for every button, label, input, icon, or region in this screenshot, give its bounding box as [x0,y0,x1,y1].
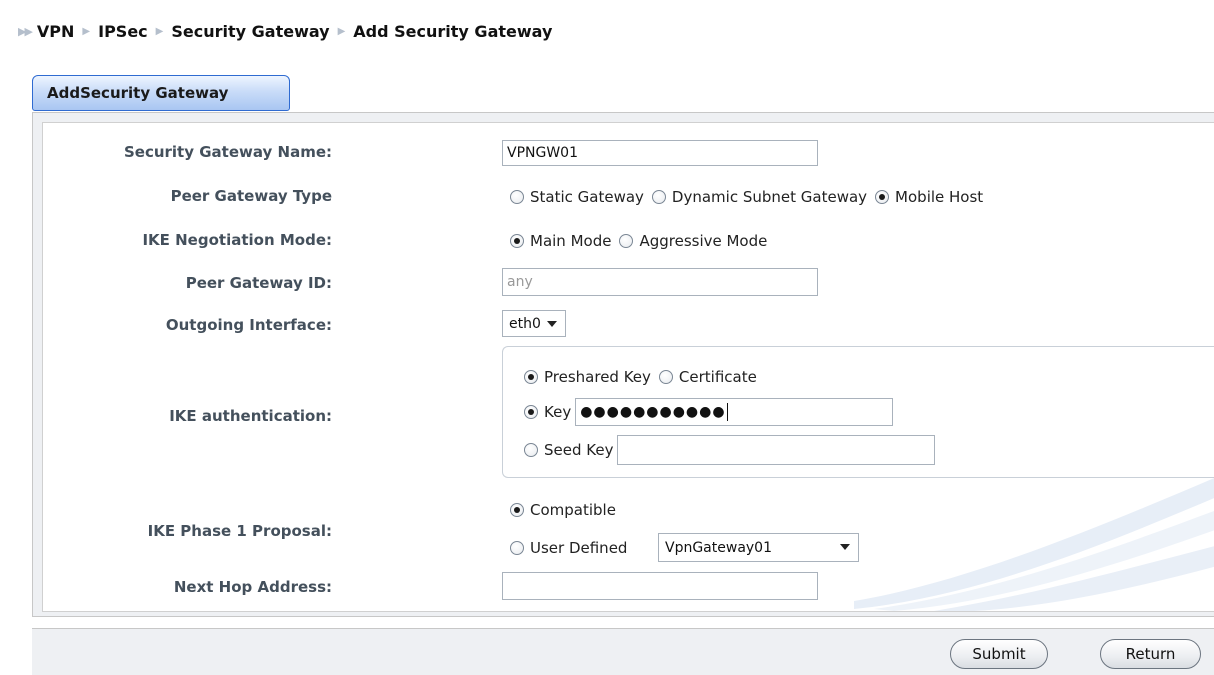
outgoing-interface-value: eth0 [509,315,541,332]
breadcrumb-separator-icon: ▶ [82,25,91,37]
radio-preshared-key[interactable] [524,370,538,384]
ike-phase1-proposal-label: IKE Phase 1 Proposal: [147,522,332,540]
next-hop-address-input[interactable] [502,572,818,600]
key-password-input[interactable]: ●●●●●●●●●●● [575,398,894,426]
peer-gateway-id-input [502,268,818,296]
tab-add-security-gateway[interactable]: AddSecurity Gateway [32,75,290,111]
text-caret [726,403,728,421]
seed-key-row: Seed Key [524,435,936,465]
gateway-name-input[interactable] [502,140,818,166]
submit-button-label: Submit [972,645,1026,663]
return-button[interactable]: Return [1100,639,1201,669]
radio-user-defined[interactable] [510,541,524,555]
chevron-down-icon [547,321,557,327]
radio-certificate[interactable] [658,370,673,384]
radio-label-dynamic-subnet-gateway: Dynamic Subnet Gateway [671,188,868,206]
peer-gateway-id-label: Peer Gateway ID: [185,274,332,292]
breadcrumb-separator-icon: ▶ [155,25,164,37]
breadcrumb-arrow-icon: ▶▶ [18,24,33,38]
radio-seed-key[interactable] [524,443,538,457]
radio-main-mode[interactable] [510,234,524,248]
ike-authentication-label: IKE authentication: [169,407,332,425]
seed-key-input[interactable] [617,435,936,465]
breadcrumb-separator-icon: ▶ [337,25,346,37]
radio-key[interactable] [524,405,538,419]
radio-label-user-defined: User Defined [530,539,628,557]
breadcrumb-item-vpn[interactable]: VPN [37,22,75,41]
ike-negotiation-mode-label: IKE Negotiation Mode: [142,231,332,249]
outgoing-interface-select[interactable]: eth0 [502,310,566,337]
peer-gateway-type-label: Peer Gateway Type [170,187,332,205]
radio-label-mobile-host: Mobile Host [895,188,984,206]
tab-label: AddSecurity Gateway [47,84,229,102]
next-hop-address-label: Next Hop Address: [173,578,332,596]
gateway-name-label: Security Gateway Name: [123,143,332,161]
return-button-label: Return [1125,645,1176,663]
radio-label-main-mode: Main Mode [530,232,612,250]
breadcrumb: ▶▶ VPN ▶ IPSec ▶ Security Gateway ▶ Add … [18,19,552,43]
radio-dynamic-subnet-gateway[interactable] [651,190,666,204]
submit-button[interactable]: Submit [950,639,1048,669]
breadcrumb-item-ipsec[interactable]: IPSec [98,22,148,41]
breadcrumb-item-security-gateway[interactable]: Security Gateway [171,22,329,41]
radio-label-aggressive-mode: Aggressive Mode [639,232,768,250]
breadcrumb-item-current: Add Security Gateway [353,21,553,41]
ike-negotiation-mode-group: Main Mode Aggressive Mode [510,229,775,253]
radio-aggressive-mode[interactable] [619,234,634,248]
outgoing-interface-label: Outgoing Interface: [165,316,332,334]
ike-auth-method-group: Preshared Key Certificate [524,365,765,389]
phase1-proposal-value: VpnGateway01 [665,539,772,556]
chevron-down-icon [840,544,850,550]
radio-label-preshared-key: Preshared Key [544,368,651,386]
peer-gateway-type-group: Static Gateway Dynamic Subnet Gateway Mo… [510,185,991,209]
radio-label-compatible: Compatible [530,501,616,519]
radio-compatible[interactable] [510,503,524,517]
phase1-compatible-row: Compatible [510,498,624,522]
radio-label-static-gateway: Static Gateway [530,188,644,206]
radio-static-gateway[interactable] [510,190,524,204]
key-row: Key ●●●●●●●●●●● [524,398,894,426]
radio-label-seed-key: Seed Key [544,441,614,459]
phase1-proposal-select[interactable]: VpnGateway01 [658,533,859,562]
key-password-value: ●●●●●●●●●●● [580,404,726,420]
radio-label-key: Key [544,403,572,421]
radio-label-certificate: Certificate [678,368,757,386]
phase1-user-defined-row: User Defined [510,534,631,562]
radio-mobile-host[interactable] [875,190,890,204]
